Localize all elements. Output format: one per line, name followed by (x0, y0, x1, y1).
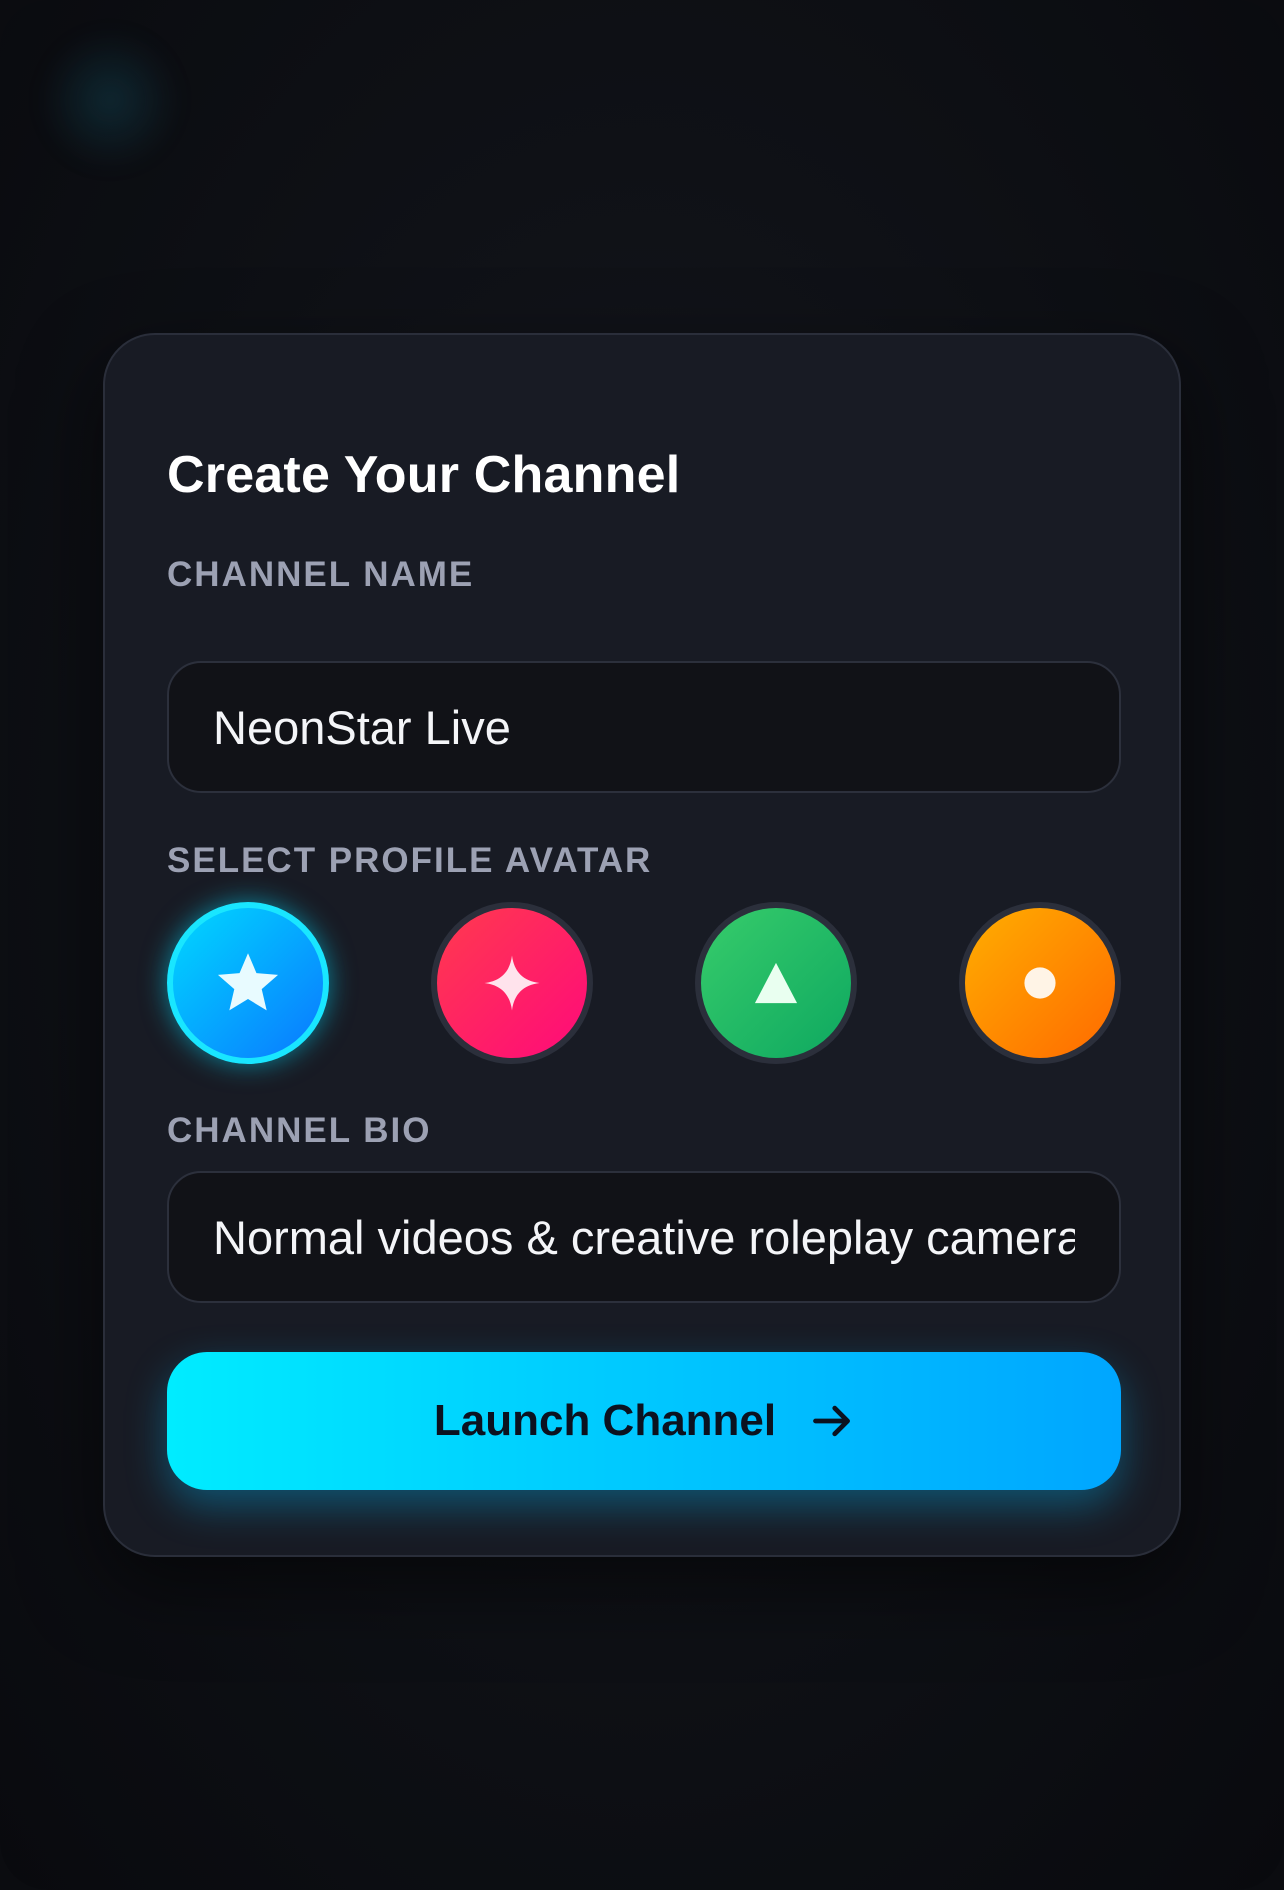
circle-icon (1024, 967, 1056, 999)
arrow-right-icon (813, 1405, 851, 1437)
avatar-label: SELECT PROFILE AVATAR (167, 841, 653, 880)
page-title: Create Your Channel (167, 446, 681, 504)
channel-bio-label: CHANNEL BIO (167, 1111, 432, 1150)
channel-name-label: CHANNEL NAME (167, 555, 475, 594)
background-glow (40, 30, 180, 170)
triangle-icon (754, 962, 798, 1004)
channel-name-field[interactable] (167, 661, 1121, 793)
avatar-picker (167, 902, 1121, 1064)
app-screen: Create Your Channel CHANNEL NAME SELECT … (0, 0, 1284, 1890)
launch-channel-button[interactable]: Launch Channel (167, 1352, 1121, 1490)
star-icon (217, 953, 279, 1011)
sparkle-icon (484, 955, 540, 1011)
create-channel-card: Create Your Channel CHANNEL NAME SELECT … (103, 333, 1181, 1557)
avatar-option-triangle[interactable] (695, 902, 857, 1064)
avatar-option-star[interactable] (167, 902, 329, 1064)
avatar-option-circle[interactable] (959, 902, 1121, 1064)
channel-name-input[interactable] (213, 699, 1075, 755)
avatar-option-sparkle[interactable] (431, 902, 593, 1064)
launch-channel-label: Launch Channel (433, 1396, 777, 1445)
channel-bio-input[interactable] (213, 1209, 1075, 1265)
channel-bio-field[interactable] (167, 1171, 1121, 1303)
